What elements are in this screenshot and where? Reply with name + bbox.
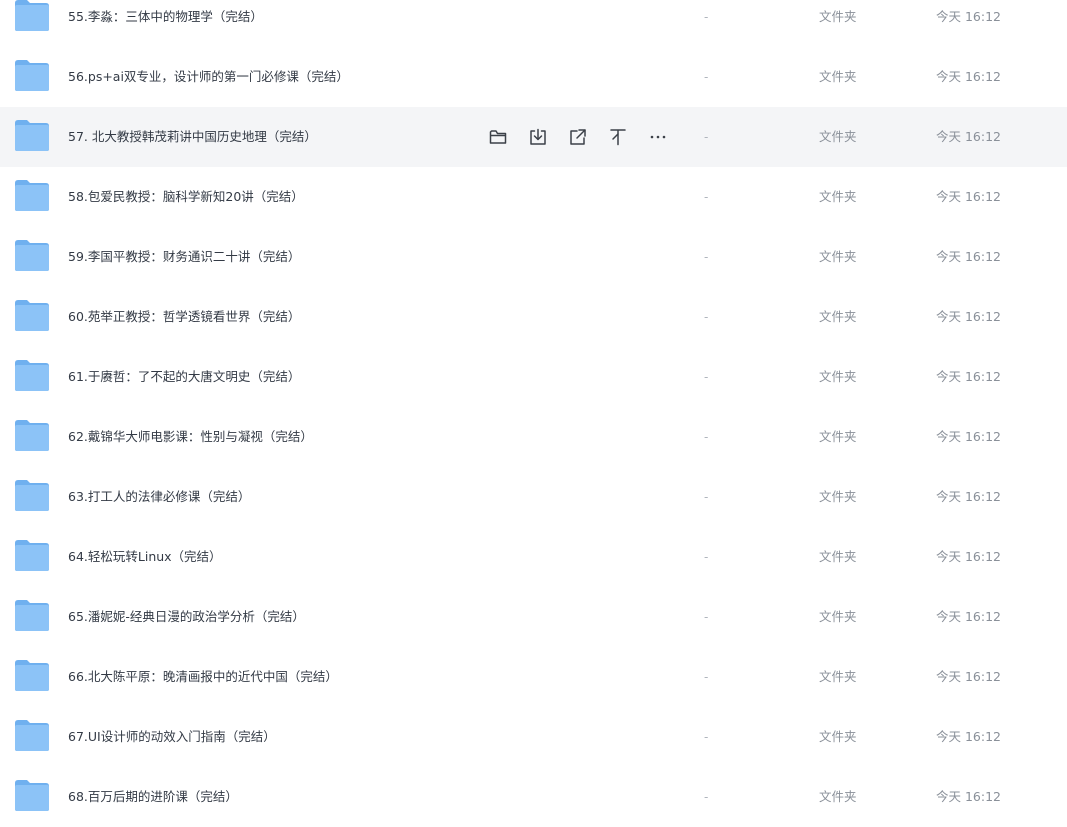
file-type: 文件夹 — [819, 309, 857, 324]
folder-icon — [14, 479, 50, 512]
modified-time: 今天 16:12 — [936, 729, 1001, 744]
file-type: 文件夹 — [819, 129, 857, 144]
file-type: 文件夹 — [819, 69, 857, 84]
file-size: - — [704, 550, 709, 564]
folder-icon — [14, 419, 50, 452]
modified-time: 今天 16:12 — [936, 489, 1001, 504]
download-icon — [528, 127, 548, 147]
file-type: 文件夹 — [819, 549, 857, 564]
file-type: 文件夹 — [819, 189, 857, 204]
file-type: 文件夹 — [819, 609, 857, 624]
list-item[interactable]: 61.于赓哲：了不起的大唐文明史（完结） - 文件夹 今天 16:12 — [0, 347, 1067, 407]
modified-time: 今天 16:12 — [936, 789, 1001, 804]
open-folder-icon — [488, 127, 508, 147]
list-item[interactable]: 67.UI设计师的动效入门指南（完结） - 文件夹 今天 16:12 — [0, 707, 1067, 767]
file-size: - — [704, 670, 709, 684]
modified-time: 今天 16:12 — [936, 369, 1001, 384]
file-size: - — [704, 610, 709, 624]
list-item[interactable]: 59.李国平教授：财务通识二十讲（完结） - 文件夹 今天 16:12 — [0, 227, 1067, 287]
modified-time: 今天 16:12 — [936, 309, 1001, 324]
download-button[interactable] — [526, 125, 550, 149]
file-name[interactable]: 61.于赓哲：了不起的大唐文明史（完结） — [68, 347, 300, 407]
folder-icon — [14, 779, 50, 812]
folder-icon — [14, 359, 50, 392]
file-size: - — [704, 10, 709, 24]
folder-icon — [14, 719, 50, 752]
folder-icon — [14, 659, 50, 692]
modified-time: 今天 16:12 — [936, 69, 1001, 84]
modified-time: 今天 16:12 — [936, 429, 1001, 444]
file-size: - — [704, 490, 709, 504]
pin-top-button[interactable] — [606, 125, 630, 149]
modified-time: 今天 16:12 — [936, 609, 1001, 624]
file-type: 文件夹 — [819, 429, 857, 444]
modified-time: 今天 16:12 — [936, 669, 1001, 684]
file-type: 文件夹 — [819, 669, 857, 684]
list-item[interactable]: 66.北大陈平原：晚清画报中的近代中国（完结） - 文件夹 今天 16:12 — [0, 647, 1067, 707]
list-item[interactable]: 62.戴锦华大师电影课：性别与凝视（完结） - 文件夹 今天 16:12 — [0, 407, 1067, 467]
file-name[interactable]: 57. 北大教授韩茂莉讲中国历史地理（完结） — [68, 107, 317, 167]
file-name[interactable]: 59.李国平教授：财务通识二十讲（完结） — [68, 227, 300, 287]
list-item[interactable]: 65.潘妮妮-经典日漫的政治学分析（完结） - 文件夹 今天 16:12 — [0, 587, 1067, 647]
modified-time: 今天 16:12 — [936, 249, 1001, 264]
file-name[interactable]: 66.北大陈平原：晚清画报中的近代中国（完结） — [68, 647, 338, 707]
file-name[interactable]: 68.百万后期的进阶课（完结） — [68, 767, 238, 827]
file-size: - — [704, 430, 709, 444]
file-size: - — [704, 310, 709, 324]
file-size: - — [704, 190, 709, 204]
share-icon — [568, 127, 588, 147]
more-button[interactable] — [646, 125, 670, 149]
file-size: - — [704, 70, 709, 84]
more-icon — [648, 127, 668, 147]
folder-icon — [14, 299, 50, 332]
list-item[interactable]: 63.打工人的法律必修课（完结） - 文件夹 今天 16:12 — [0, 467, 1067, 527]
folder-icon — [14, 59, 50, 92]
file-list: 55.李淼：三体中的物理学（完结） - 文件夹 今天 16:12 56.ps+ai双专业… — [0, 0, 1067, 827]
list-item[interactable]: 57. 北大教授韩茂莉讲中国历史地理（完结） - 文件夹 今天 16:12 — [0, 107, 1067, 167]
list-item[interactable]: 64.轻松玩转Linux（完结） - 文件夹 今天 16:12 — [0, 527, 1067, 587]
open-button[interactable] — [486, 125, 510, 149]
file-type: 文件夹 — [819, 729, 857, 744]
file-type: 文件夹 — [819, 9, 857, 24]
list-item[interactable]: 60.苑举正教授：哲学透镜看世界（完结） - 文件夹 今天 16:12 — [0, 287, 1067, 347]
list-item[interactable]: 55.李淼：三体中的物理学（完结） - 文件夹 今天 16:12 — [0, 0, 1067, 47]
file-name[interactable]: 65.潘妮妮-经典日漫的政治学分析（完结） — [68, 587, 305, 647]
file-name[interactable]: 56.ps+ai双专业，设计师的第一门必修课（完结） — [68, 47, 349, 107]
file-size: - — [704, 370, 709, 384]
folder-icon — [14, 539, 50, 572]
file-type: 文件夹 — [819, 489, 857, 504]
file-type: 文件夹 — [819, 249, 857, 264]
file-name[interactable]: 55.李淼：三体中的物理学（完结） — [68, 0, 263, 47]
folder-icon — [14, 0, 50, 32]
modified-time: 今天 16:12 — [936, 189, 1001, 204]
list-item[interactable]: 58.包爱民教授：脑科学新知20讲（完结） - 文件夹 今天 16:12 — [0, 167, 1067, 227]
row-actions — [486, 125, 670, 149]
file-name[interactable]: 60.苑举正教授：哲学透镜看世界（完结） — [68, 287, 300, 347]
list-item[interactable]: 68.百万后期的进阶课（完结） - 文件夹 今天 16:12 — [0, 767, 1067, 827]
modified-time: 今天 16:12 — [936, 129, 1001, 144]
file-name[interactable]: 64.轻松玩转Linux（完结） — [68, 527, 222, 587]
folder-icon — [14, 119, 50, 152]
folder-icon — [14, 179, 50, 212]
file-name[interactable]: 67.UI设计师的动效入门指南（完结） — [68, 707, 276, 767]
modified-time: 今天 16:12 — [936, 9, 1001, 24]
folder-icon — [14, 599, 50, 632]
folder-icon — [14, 239, 50, 272]
file-size: - — [704, 250, 709, 264]
file-size: - — [704, 790, 709, 804]
modified-time: 今天 16:12 — [936, 549, 1001, 564]
file-name[interactable]: 58.包爱民教授：脑科学新知20讲（完结） — [68, 167, 304, 227]
file-name[interactable]: 62.戴锦华大师电影课：性别与凝视（完结） — [68, 407, 313, 467]
share-button[interactable] — [566, 125, 590, 149]
file-size: - — [704, 730, 709, 744]
file-size: - — [704, 130, 709, 144]
file-type: 文件夹 — [819, 369, 857, 384]
list-item[interactable]: 56.ps+ai双专业，设计师的第一门必修课（完结） - 文件夹 今天 16:12 — [0, 47, 1067, 107]
pin-top-icon — [608, 127, 628, 147]
file-name[interactable]: 63.打工人的法律必修课（完结） — [68, 467, 250, 527]
file-type: 文件夹 — [819, 789, 857, 804]
